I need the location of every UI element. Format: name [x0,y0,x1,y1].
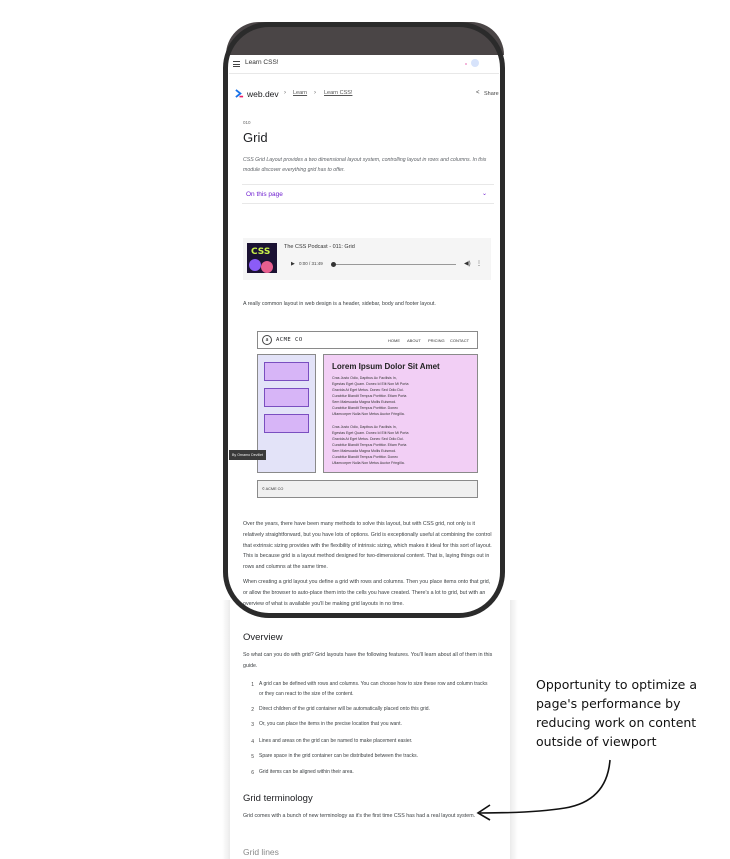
play-icon[interactable]: ▶ [291,261,295,267]
webdev-logo-icon[interactable] [235,89,244,98]
demo-footer: © ACME CO [257,480,478,498]
progress-track[interactable] [332,264,456,265]
annotation-arrow-icon [476,759,611,821]
list-item: Spare space in the grid container can be… [259,753,418,759]
podcast-art-text: CSS [251,247,271,257]
list-item: Lines and areas on the grid can be named… [259,738,413,744]
demo-sidebar-box [264,388,309,407]
list-number: 4 [251,739,254,745]
menu-icon[interactable] [233,61,240,67]
page-title: Grid [243,130,268,145]
on-this-page-toggle[interactable]: On this page ⌄ [242,184,494,204]
site-name[interactable]: web.dev [247,89,279,99]
list-number: 6 [251,770,254,776]
overview-heading: Overview [243,632,283,643]
list-number: 1 [251,682,254,688]
on-this-page-label: On this page [246,191,283,198]
podcast-title: The CSS Podcast - 011: Grid [284,244,355,250]
demo-paragraph: Cras Justo Odio, Dapibus Ac Facilisis In… [332,376,409,416]
topbar-title: Learn CSS! [245,59,279,66]
artwork-shape [261,261,273,273]
browser-top-bar: Learn CSS! [229,55,499,74]
volume-icon[interactable]: ◀) [464,260,471,267]
breadcrumb-learn[interactable]: Learn [293,90,307,96]
demo-logo: a [262,335,272,345]
overview-intro: So what can you do with grid? Grid layou… [243,652,493,669]
demo-nav-item: ABOUT [407,338,421,343]
share-icon[interactable]: < [476,90,480,96]
notification-dot [465,63,467,65]
list-item: A grid can be defined with rows and colu… [259,681,488,697]
podcast-artwork: CSS [247,243,277,273]
progress-knob[interactable] [331,262,336,267]
list-item: Grid items can be aligned within their a… [259,769,354,775]
annotation-text: Opportunity to optimize a page's perform… [536,677,697,749]
demo-sidebar-box [264,414,309,433]
chevron-down-icon: ⌄ [482,191,488,197]
grid-lines-heading: Grid lines [243,847,279,857]
demo-main: Lorem Ipsum Dolor Sit Amet Cras Justo Od… [323,354,478,473]
list-item: Direct children of the grid container wi… [259,706,430,712]
demo-nav-item: PRICING [428,338,445,343]
more-vert-icon[interactable]: ⋮ [476,260,482,267]
chevron-right-icon: › [284,90,286,96]
demo-footer-text: © ACME CO [262,487,284,491]
demo-sidebar-box [264,362,309,381]
share-button[interactable]: Share [484,91,499,97]
time-display: 0:00 / 31:49 [299,261,323,266]
artwork-shape [249,259,261,271]
demo-nav-item: HOME [388,338,400,343]
section-number: 010 [243,120,251,125]
image-attribution: By Ornamo Devillet [229,450,266,460]
demo-heading: Lorem Ipsum Dolor Sit Amet [332,362,440,371]
phone-bezel-top [226,22,504,55]
paragraph: Over the years, there have been many met… [243,521,492,571]
breadcrumb-learn-css[interactable]: Learn CSS! [324,90,352,96]
layout-illustration: a ACME CO HOME ABOUT PRICING CONTACT Lor… [257,331,478,499]
article-intro: CSS Grid Layout provides a two dimension… [243,157,487,173]
list-item: Or, you can place the items in the preci… [259,721,402,727]
list-number: 3 [251,722,254,728]
terminology-heading: Grid terminology [243,793,313,804]
lead-paragraph: A really common layout in web design is … [243,301,436,307]
list-number: 5 [251,754,254,760]
demo-header: a ACME CO HOME ABOUT PRICING CONTACT [257,331,478,349]
page-shadow-left [222,600,230,859]
chevron-right-icon: › [314,90,316,96]
paragraph: When creating a grid layout you define a… [243,579,491,607]
avatar[interactable] [471,59,479,67]
demo-paragraph: Cras Justo Odio, Dapibus Ac Facilisis In… [332,425,409,465]
demo-brand: ACME CO [276,337,303,343]
podcast-player: CSS The CSS Podcast - 011: Grid ▶ 0:00 /… [243,238,491,280]
demo-nav-item: CONTACT [450,338,470,343]
terminology-paragraph: Grid comes with a bunch of new terminolo… [243,813,476,819]
list-number: 2 [251,707,254,713]
